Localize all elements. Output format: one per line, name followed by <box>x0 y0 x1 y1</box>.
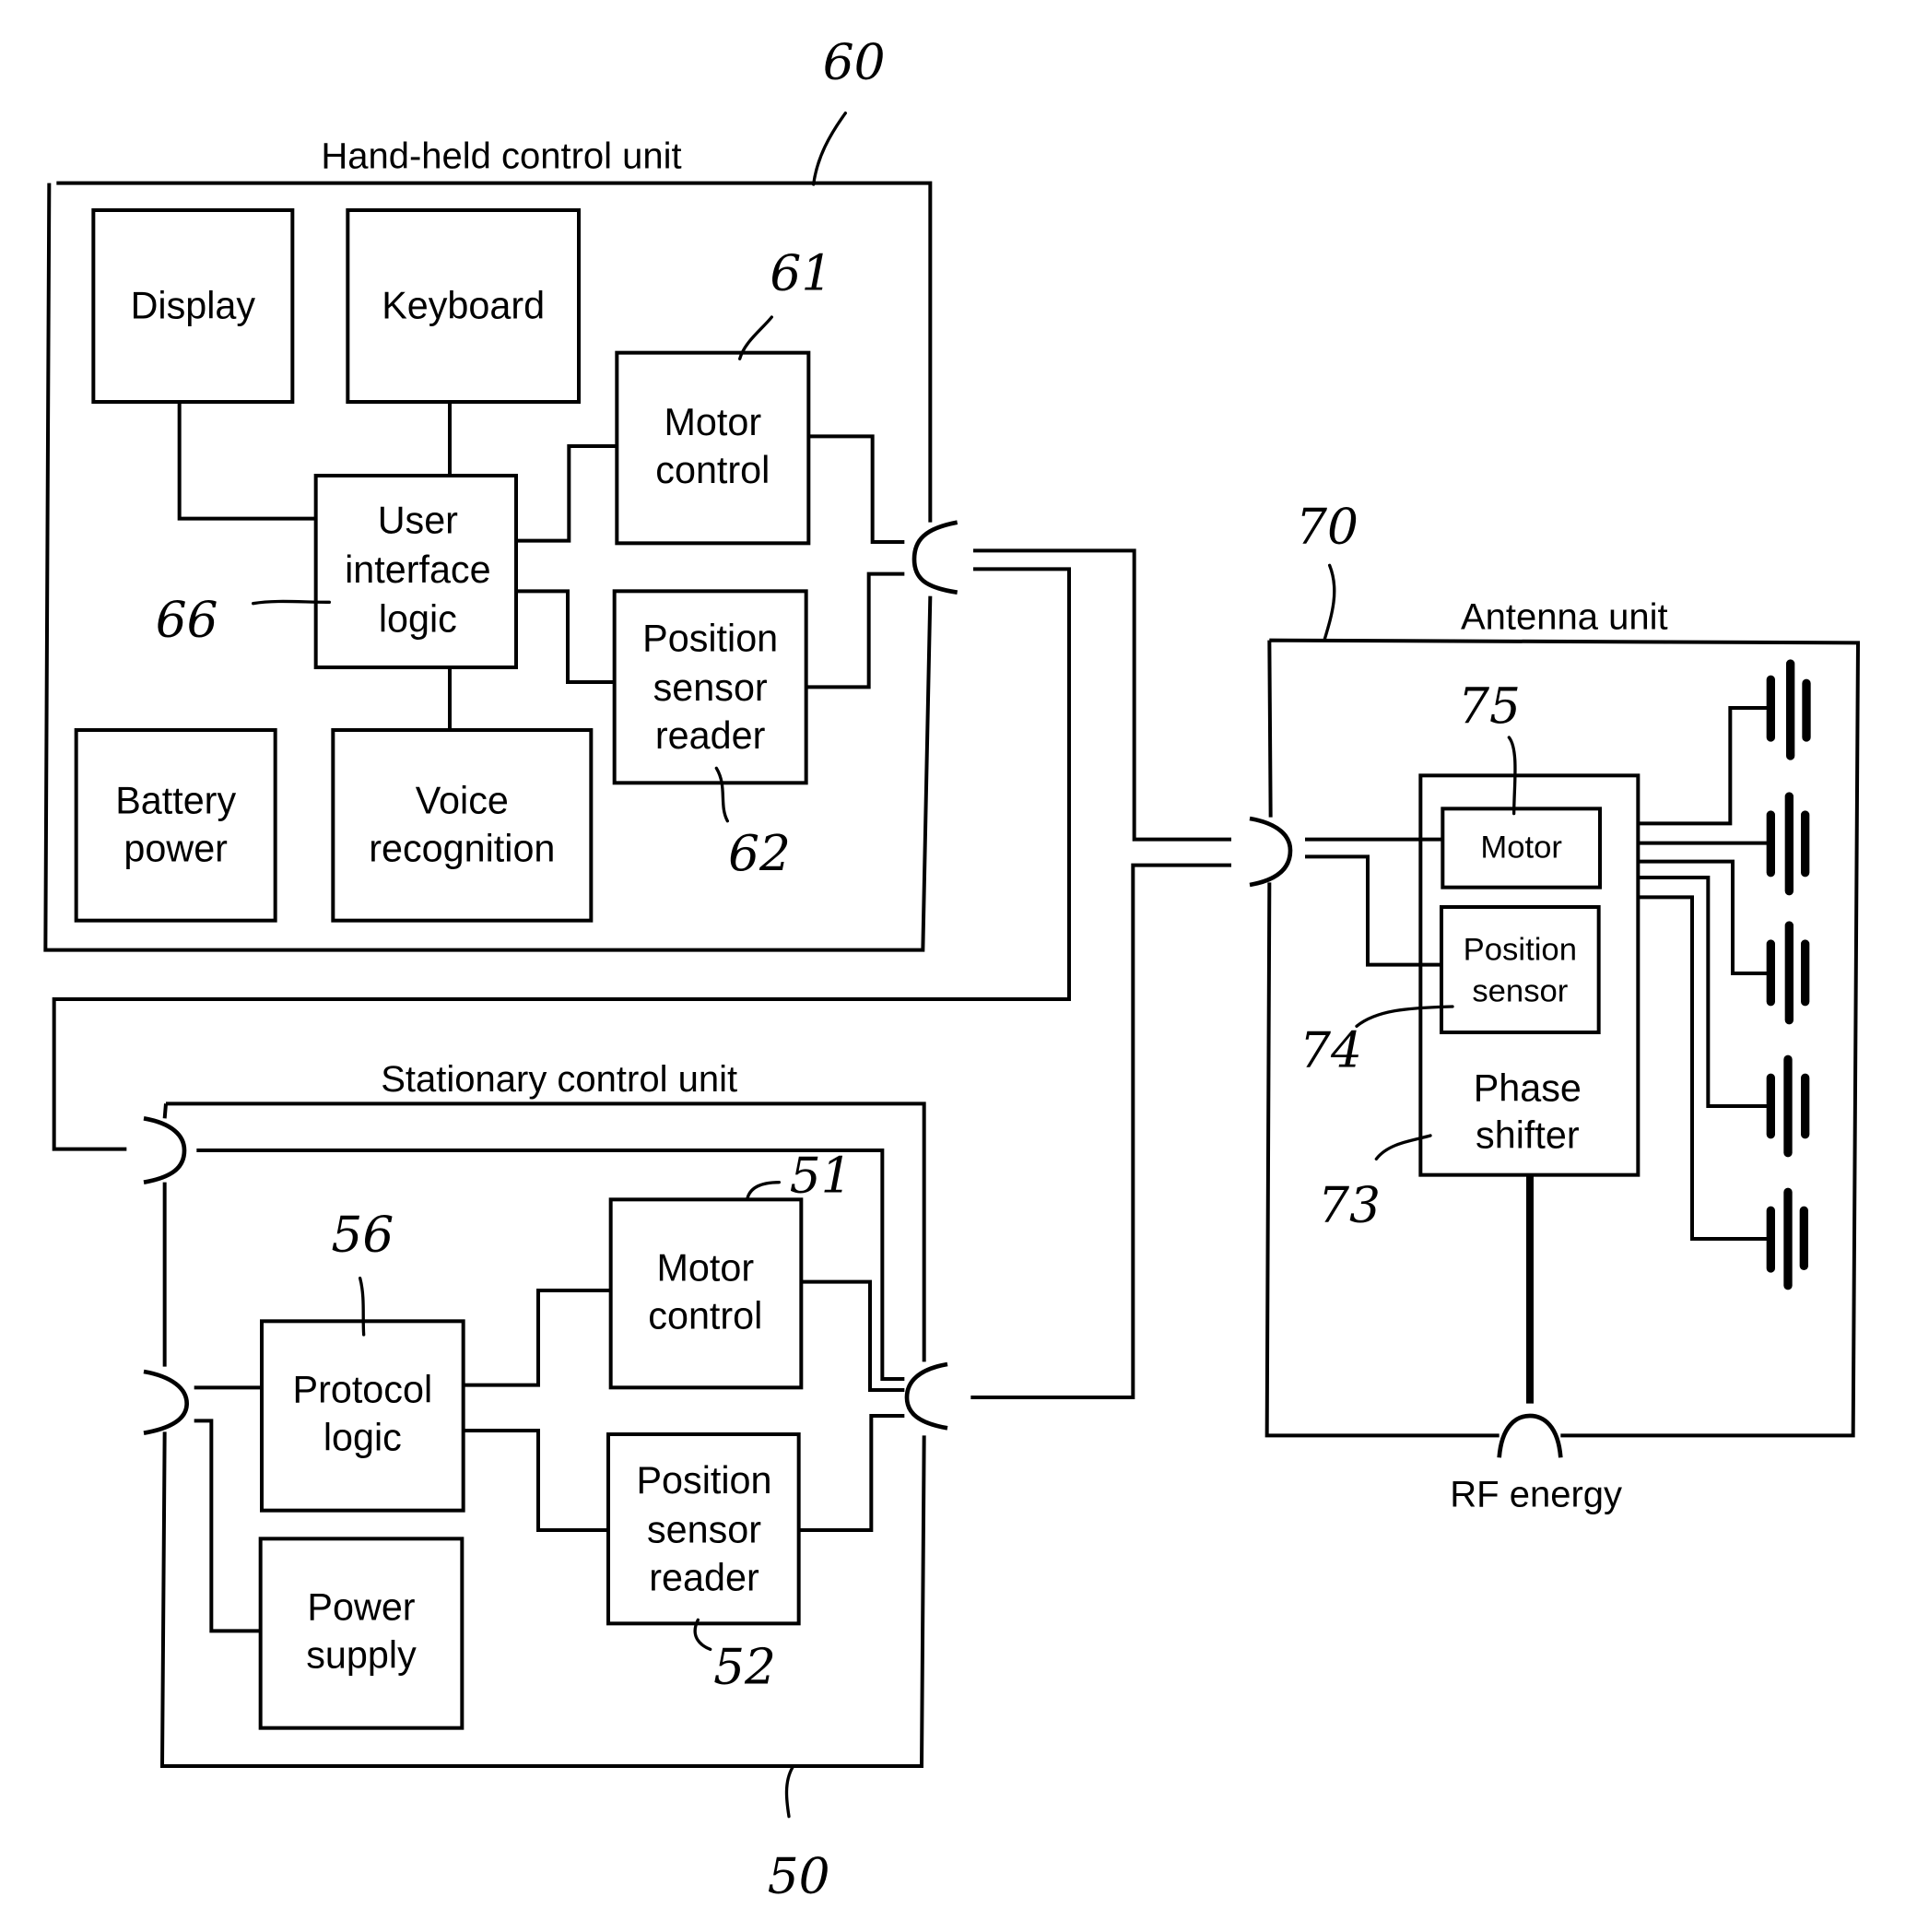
wire-external-power <box>194 1419 261 1633</box>
ui-logic-label-2: interface <box>345 548 491 591</box>
power-supply-label-2: supply <box>306 1633 417 1676</box>
hh-motor-control-block <box>615 350 811 546</box>
handheld-control-unit: Hand-held control unit 60 Display Keyboa… <box>43 32 958 952</box>
antenna-position-sensor-label-1: Position <box>1464 932 1577 967</box>
hh-motor-control-label-2: control <box>655 449 770 491</box>
feed-line-1 <box>1638 706 1770 826</box>
antenna-position-sensor-ref: 74 <box>1300 1020 1362 1078</box>
stationary-unit-ref-leader <box>784 1765 794 1819</box>
hh-position-reader-ref-leader <box>714 766 729 823</box>
hh-position-reader-label-3: reader <box>655 714 766 757</box>
antenna-motor-ref: 75 <box>1458 677 1521 735</box>
protocol-logic-ref-leader <box>358 1276 366 1337</box>
wire-protocol-motor <box>463 1289 611 1387</box>
st-position-reader-label-2: sensor <box>647 1508 761 1550</box>
cable-stationary-to-antenna <box>970 863 1231 1399</box>
wire-motor-connector <box>801 1279 905 1392</box>
st-position-reader-ref: 52 <box>713 1638 776 1696</box>
hh-position-reader-ref: 62 <box>728 824 791 882</box>
antenna-element-2 <box>1766 792 1810 896</box>
cable-hh-to-antenna <box>973 548 1231 842</box>
st-motor-control-label-1: Motor <box>657 1246 755 1289</box>
rf-connector <box>1497 1413 1563 1458</box>
hh-motor-control-label-1: Motor <box>664 401 762 443</box>
stationary-connector-antenna <box>904 1361 948 1431</box>
hh-motor-control-ref: 61 <box>770 244 832 302</box>
st-motor-control-block <box>608 1197 804 1390</box>
battery-block <box>74 727 277 923</box>
antenna-element-5 <box>1766 1187 1808 1290</box>
handheld-unit-ref: 60 <box>823 32 886 90</box>
antenna-element-3 <box>1766 921 1810 1025</box>
protocol-logic-label-2: logic <box>323 1416 402 1458</box>
antenna-element-4 <box>1766 1054 1810 1158</box>
wire-ui-position <box>516 589 615 684</box>
stationary-unit-title: Stationary control unit <box>381 1059 737 1100</box>
protocol-logic-ref: 56 <box>331 1205 394 1263</box>
antenna-position-sensor-block <box>1440 905 1601 1034</box>
phase-shifter-ref: 73 <box>1318 1175 1381 1233</box>
antenna-unit-ref: 70 <box>1296 497 1358 555</box>
wire-motor-connector <box>808 434 905 544</box>
stationary-unit-ref: 50 <box>768 1846 830 1904</box>
cables <box>52 548 1231 1399</box>
wire-display-ui <box>177 402 316 521</box>
hh-position-reader-label-2: sensor <box>653 666 768 709</box>
block-diagram: Hand-held control unit 60 Display Keyboa… <box>43 32 1861 1904</box>
antenna-connector <box>1249 816 1293 888</box>
wire-ui-motor <box>516 444 617 543</box>
st-motor-control-ref-leader <box>746 1180 781 1201</box>
phase-shifter-label-2: shifter <box>1476 1113 1580 1156</box>
stationary-connector-external <box>143 1369 190 1435</box>
battery-label-2: power <box>123 828 228 870</box>
st-motor-control-label-2: control <box>648 1294 762 1337</box>
st-motor-control-ref: 51 <box>790 1146 853 1204</box>
feed-line-5 <box>1638 895 1770 1241</box>
feed-line-4 <box>1638 876 1770 1108</box>
hh-connector <box>911 520 958 595</box>
keyboard-label: Keyboard <box>382 284 545 326</box>
antenna-position-sensor-ref-leader <box>1355 1005 1454 1028</box>
wire-protocol-position <box>463 1429 608 1532</box>
display-label: Display <box>131 284 256 326</box>
battery-label-1: Battery <box>115 780 236 822</box>
wire-position-connector <box>806 571 905 689</box>
ui-logic-ref: 66 <box>156 591 218 649</box>
power-supply-label-1: Power <box>307 1585 415 1628</box>
voice-label-1: Voice <box>416 780 509 822</box>
st-position-reader-label-1: Position <box>636 1459 771 1502</box>
stationary-connector-handheld <box>143 1116 187 1184</box>
voice-label-2: recognition <box>369 828 555 870</box>
antenna-unit-ref-leader <box>1323 563 1336 641</box>
ui-logic-label-1: User <box>378 500 458 542</box>
handheld-unit-ref-leader <box>812 111 847 186</box>
voice-recognition-block <box>331 727 594 923</box>
antenna-unit: Antenna unit 70 Phase shifter 73 Motor 7… <box>1249 497 1861 1515</box>
protocol-logic-label-1: Protocol <box>293 1368 433 1410</box>
st-position-reader-label-3: reader <box>649 1556 759 1598</box>
antenna-unit-title: Antenna unit <box>1461 597 1668 638</box>
wire-position-connector <box>798 1414 905 1532</box>
antenna-motor-label: Motor <box>1480 831 1562 866</box>
rf-energy-label: RF energy <box>1450 1475 1622 1515</box>
antenna-element-1 <box>1766 659 1811 760</box>
stationary-control-unit: Stationary control unit 50 Protocol logi… <box>143 1059 948 1904</box>
ui-logic-ref-leader <box>251 599 331 606</box>
phase-shifter-label-1: Phase <box>1474 1067 1582 1110</box>
hh-position-reader-label-1: Position <box>642 618 778 660</box>
antenna-position-sensor-label-2: sensor <box>1472 974 1568 1009</box>
ui-logic-label-3: logic <box>379 597 457 640</box>
handheld-unit-title: Hand-held control unit <box>321 136 681 177</box>
